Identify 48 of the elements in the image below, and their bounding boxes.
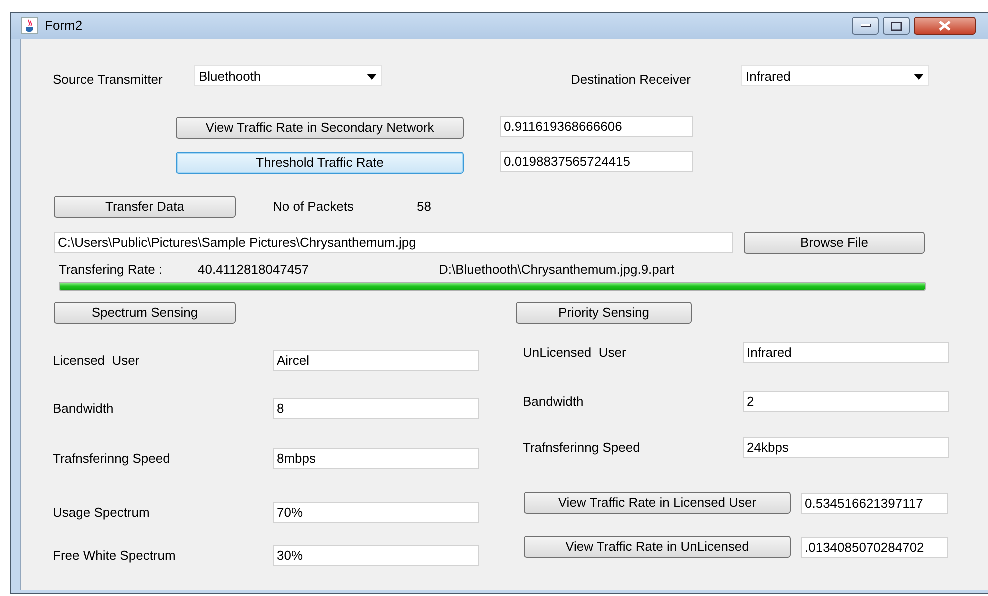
field-label: Source Transmitter	[53, 71, 164, 89]
rate-button[interactable]: View Traffic Rate in Secondary Network	[176, 116, 464, 138]
browse-button[interactable]: Browse File	[744, 232, 925, 254]
path-field[interactable]: C:\Users\Public\Pictures\Sample Pictures\Chrysanthemum.jpg	[54, 232, 733, 253]
text-field[interactable]: 8	[273, 398, 479, 419]
rate-button[interactable]: View Traffic Rate in Licensed User	[524, 492, 791, 514]
value-field[interactable]: 0.0198837565724415	[500, 151, 693, 172]
packet-count: 58	[417, 198, 432, 216]
dropdown[interactable]: Bluethooth	[194, 65, 382, 86]
value-field[interactable]: 0.911619368666606	[500, 116, 693, 137]
text-field[interactable]: Aircel	[273, 350, 479, 371]
sensing-button[interactable]: Spectrum Sensing	[54, 302, 236, 324]
field-label: Destination Receiver	[571, 71, 692, 89]
minimize-button[interactable]	[852, 17, 879, 35]
field-label: Bandwidth	[523, 392, 585, 411]
value-field[interactable]: 0.534516621397117	[801, 492, 948, 514]
maximize-button[interactable]	[883, 17, 910, 35]
window-title: Form2	[45, 17, 83, 36]
field-label: Bandwidth	[53, 400, 115, 418]
transfer-button[interactable]: Transfer Data	[54, 196, 236, 218]
field-label: Usage Spectrum	[53, 504, 151, 522]
text-field[interactable]: Infrared	[743, 342, 949, 363]
dropdown[interactable]: Infrared	[741, 65, 929, 86]
value-field[interactable]: .0134085070284702	[801, 536, 948, 558]
text-field[interactable]: 70%	[273, 502, 479, 523]
text-field[interactable]: 24kbps	[743, 437, 949, 458]
maximize-icon	[891, 22, 902, 30]
text-field[interactable]: 2	[743, 391, 949, 412]
field-label: Free White Spectrum	[53, 546, 177, 565]
field-label: Trafnsferinng Speed	[523, 438, 642, 457]
minimize-icon	[860, 24, 870, 28]
rate-button[interactable]: View Traffic Rate in UnLicensed	[524, 536, 791, 558]
text-field[interactable]: 8mbps	[273, 448, 479, 469]
caret-icon	[914, 74, 924, 80]
field-label: Trafnsferinng Speed	[53, 450, 172, 468]
caret-icon	[367, 74, 377, 80]
field-label: No of Packets	[273, 198, 355, 216]
rate-value: 40.4112818047457	[198, 260, 310, 278]
field-label: UnLicensed User	[523, 344, 628, 362]
close-icon	[939, 21, 951, 31]
sensing-button[interactable]: Priority Sensing	[516, 302, 692, 324]
rate-button[interactable]: Threshold Traffic Rate	[176, 152, 464, 174]
field-label: Licensed User	[53, 352, 141, 370]
text-field[interactable]: 30%	[273, 545, 479, 566]
file-path: D:\Bluethooth\Chrysanthemum.jpg.9.part	[439, 260, 675, 279]
close-button[interactable]	[914, 17, 976, 35]
field-label: Transfering Rate :	[59, 260, 164, 279]
app-icon	[21, 17, 39, 35]
